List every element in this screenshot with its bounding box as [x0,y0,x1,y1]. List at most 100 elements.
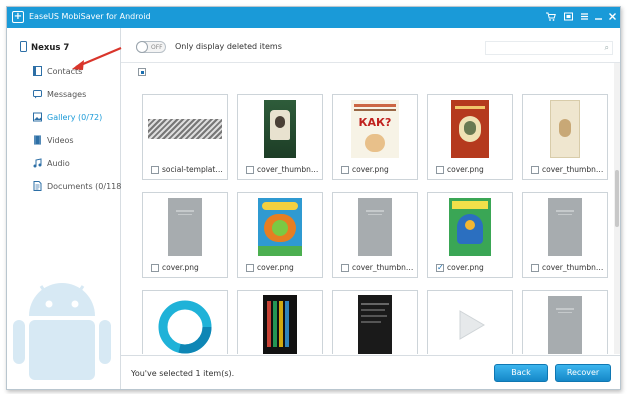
thumbnail [525,195,605,259]
item-checkbox[interactable] [341,264,349,272]
sidebar: Nexus 7 Contacts Messages Gallery (0/72)… [7,28,124,389]
gallery-item[interactable]: social-template... [142,94,228,180]
videos-icon [33,135,42,145]
minimize-icon[interactable] [593,11,604,22]
gallery-item[interactable] [427,290,513,354]
toggle-state-label: OFF [151,44,163,51]
gallery-item[interactable]: КАК? cover.png [332,94,418,180]
item-checkbox[interactable] [151,166,159,174]
item-checkbox[interactable] [436,166,444,174]
item-filename: cover_thumbnai... [352,263,416,272]
scrollbar-thumb[interactable] [615,170,619,227]
thumbnail [335,195,415,259]
device-header[interactable]: Nexus 7 [20,41,69,53]
thumbnail [430,195,510,259]
deleted-only-label: Only display deleted items [175,42,282,51]
app-logo-icon: + [12,11,24,23]
thumbnail: КАК? [335,97,415,161]
thumbnail [240,293,320,354]
gallery-panel: social-template... cover_thumbnai... КАК… [121,63,620,354]
placeholder-image [548,296,582,354]
sidebar-item-label: Contacts [47,67,83,76]
sidebar-item-gallery[interactable]: Gallery (0/72) [33,111,102,125]
item-filename: cover.png [257,263,294,272]
item-filename: cover_thumbnai... [542,263,606,272]
thumbnail [525,293,605,354]
messages-icon [33,89,42,99]
contacts-icon [33,66,42,76]
deleted-only-toggle[interactable]: OFF [136,41,166,53]
phone-icon [20,41,27,52]
documents-icon [33,181,42,191]
sidebar-item-label: Videos [47,136,74,145]
placeholder-image [168,198,202,256]
play-icon [459,310,485,340]
gallery-item[interactable] [142,290,228,354]
register-icon[interactable] [563,11,574,22]
device-name: Nexus 7 [31,43,70,53]
footer-bar: You've selected 1 item(s). Back Recover [121,355,620,389]
item-checkbox[interactable] [531,166,539,174]
sidebar-item-documents[interactable]: Documents (0/118) [33,180,124,194]
gallery-item[interactable] [237,290,323,354]
thumbnail [335,293,415,354]
gallery-item[interactable]: cover_thumbnai... [237,94,323,180]
thumbnail [525,97,605,161]
audio-icon [33,158,42,168]
gallery-item[interactable]: cover.png [237,192,323,278]
gallery-item[interactable]: cover.png [427,94,513,180]
cart-icon[interactable] [545,11,556,22]
menu-icon[interactable] [579,11,590,22]
item-filename: social-template... [162,165,226,174]
placeholder-image [358,198,392,256]
item-checkbox[interactable] [246,166,254,174]
gallery-item[interactable] [332,290,418,354]
gallery-item[interactable]: cover_thumbnai... [332,192,418,278]
android-watermark-icon [13,283,111,380]
item-filename: cover.png [352,165,389,174]
thumbnail [240,195,320,259]
thumbnail [430,97,510,161]
item-filename: cover.png [447,165,484,174]
gallery-item[interactable] [522,290,608,354]
item-filename: cover.png [447,263,484,272]
select-all-checkbox[interactable] [138,68,146,76]
gallery-item[interactable]: cover_thumbnai... [522,94,608,180]
sidebar-item-videos[interactable]: Videos [33,134,74,148]
sidebar-item-label: Audio [47,159,70,168]
thumbnail [145,97,225,161]
placeholder-image [548,198,582,256]
app-title: EaseUS MobiSaver for Android [29,12,151,21]
item-checkbox[interactable] [531,264,539,272]
item-filename: cover_thumbnai... [542,165,606,174]
item-checkbox[interactable]: ✓ [436,264,444,272]
gallery-item[interactable]: cover_thumbnai... [522,192,608,278]
sidebar-item-audio[interactable]: Audio [33,157,70,171]
sidebar-item-label: Documents (0/118) [47,182,125,191]
close-icon[interactable] [607,11,618,22]
sidebar-item-label: Messages [47,90,87,99]
sidebar-item-messages[interactable]: Messages [33,88,86,102]
book-title: КАК? [358,116,392,129]
item-checkbox[interactable] [246,264,254,272]
item-filename: cover.png [162,263,199,272]
back-button[interactable]: Back [494,364,548,382]
thumbnail [145,293,225,354]
search-icon[interactable]: ⌕ [605,43,609,53]
sidebar-item-contacts[interactable]: Contacts [33,65,82,79]
app-window: + EaseUS MobiSaver for Android Nexus 7 C… [6,6,621,390]
recover-button[interactable]: Recover [555,364,611,382]
ring-app-icon [158,300,212,354]
selection-status: You've selected 1 item(s). [131,369,235,378]
item-checkbox[interactable] [341,166,349,174]
search-input[interactable]: ⌕ [485,41,613,55]
toggle-knob [136,41,148,53]
filter-bar: OFF Only display deleted items ⌕ [121,28,620,63]
gallery-item[interactable]: ✓ cover.png [427,192,513,278]
sidebar-item-label: Gallery (0/72) [47,113,103,122]
gallery-item[interactable]: cover.png [142,192,228,278]
gallery-scrollbar[interactable] [614,63,620,354]
thumbnail [145,195,225,259]
item-checkbox[interactable] [151,264,159,272]
item-filename: cover_thumbnai... [257,165,321,174]
